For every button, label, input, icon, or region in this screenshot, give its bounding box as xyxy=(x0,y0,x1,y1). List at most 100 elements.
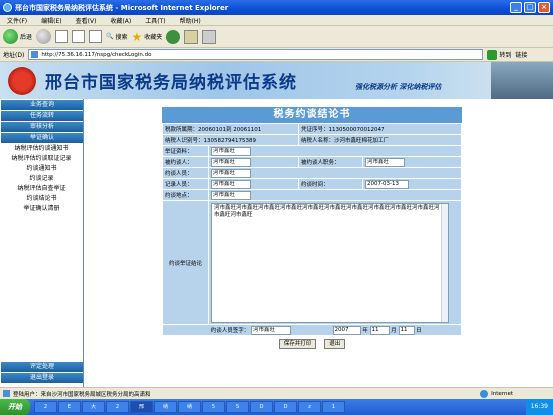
cert-value: 1130500070012047 xyxy=(328,127,385,133)
windows-taskbar: 开始 2 E 大 2 邢 纳 纳 5 S D D z 1 16:39 xyxy=(0,399,553,415)
sidebar-link-self-check[interactable]: 纳税评估自查举证 xyxy=(0,184,83,194)
home-button[interactable] xyxy=(89,30,103,43)
exit-button[interactable]: 退出 xyxy=(324,339,346,349)
back-button[interactable]: 后退 xyxy=(3,29,32,44)
go-button[interactable]: 转到 xyxy=(487,49,512,60)
history-icon[interactable] xyxy=(166,29,181,44)
stop-button[interactable] xyxy=(55,30,69,43)
menu-edit[interactable]: 编辑(E) xyxy=(34,16,68,25)
interviewee-input[interactable]: 河市鑫旺 xyxy=(211,157,251,167)
task-button[interactable]: z xyxy=(298,401,321,413)
task-button[interactable]: 2 xyxy=(106,401,129,413)
menu-file[interactable]: 文件(F) xyxy=(0,16,34,25)
period-cell: 税款所属期：20060101到 20061101 xyxy=(162,123,299,135)
sign-row: 约谈人员签字： 河市鑫旺 2007 年 11 月 11 日 xyxy=(162,324,462,336)
task-button[interactable]: 纳 xyxy=(178,401,201,413)
sidebar-item-evidence[interactable]: 举证确认 xyxy=(1,133,83,143)
close-button[interactable]: × xyxy=(538,2,550,13)
minimize-button[interactable]: _ xyxy=(510,2,522,13)
year-unit: 年 xyxy=(362,327,368,334)
evidence-label: 举证资料： xyxy=(165,149,193,155)
go-label: 转到 xyxy=(499,52,512,59)
print-icon[interactable] xyxy=(202,29,217,44)
main-content: 税务约谈结论书 税款所属期：20060101到 20061101 凭证序号：11… xyxy=(84,99,553,387)
address-url: http://75.36.16.117/nspg/checkLogin.do xyxy=(41,51,152,58)
interviewer-label-cell: 约谈人员： xyxy=(162,167,209,179)
form-table: 税款所属期：20060101到 20061101 凭证序号：1130500070… xyxy=(162,123,462,336)
status-text: 登陆用户：来自沙河市国家税务局城区税务分局的高潇和 xyxy=(13,391,151,398)
sidebar-link-evidence-record[interactable]: 纳税评估约谈取证记录 xyxy=(0,154,83,164)
task-button[interactable]: 5 xyxy=(202,401,225,413)
window-titlebar[interactable]: 邢台市国家税务局纳税评估系统 - Microsoft Internet Expl… xyxy=(0,0,553,15)
search-button[interactable]: 🔍 搜索 xyxy=(106,32,128,41)
menu-tools[interactable]: 工具(T) xyxy=(138,16,172,25)
zone-label: Internet xyxy=(491,390,513,397)
save-print-button[interactable]: 保存并打印 xyxy=(278,339,317,349)
conclusion-value-cell: 河市鑫旺河市鑫旺河市鑫旺河市鑫旺河市鑫旺河市鑫旺河市鑫旺河市鑫旺河市鑫旺河市鑫旺… xyxy=(208,200,462,325)
interviewer-input[interactable]: 河市鑫旺 xyxy=(211,168,251,178)
textarea-scrollbar[interactable] xyxy=(441,203,448,322)
sidebar-item-audit[interactable]: 审核分析 xyxy=(1,122,83,132)
site-banner: 邢台市国家税务局纳税评估系统 强化税源分析 深化纳税评估 xyxy=(0,62,553,99)
sidebar-item-query[interactable]: 业务查询 xyxy=(1,100,83,110)
address-label: 地址(D) xyxy=(3,52,25,59)
month-unit: 月 xyxy=(391,327,397,334)
sidebar-link-confirm-list[interactable]: 举证确认清册 xyxy=(0,204,83,214)
sidebar-item-assess[interactable]: 评定处理 xyxy=(1,362,83,372)
task-button[interactable]: 2 xyxy=(34,401,57,413)
web-page: 邢台市国家税务局纳税评估系统 强化税源分析 深化纳税评估 业务查询 任务流转 审… xyxy=(0,62,553,387)
task-button[interactable]: E xyxy=(58,401,81,413)
sidebar-item-tasks[interactable]: 任务流转 xyxy=(1,111,83,121)
sidebar-link-notice[interactable]: 纳税评估约谈通知书 xyxy=(0,144,83,154)
sidebar-link-interview-record[interactable]: 约谈记录 xyxy=(0,174,83,184)
evidence-value-cell: 河市鑫旺 xyxy=(208,145,462,157)
evidence-label-cell: 举证资料： xyxy=(162,145,209,157)
task-button[interactable]: S xyxy=(226,401,249,413)
menu-help[interactable]: 帮助(H) xyxy=(173,16,208,25)
address-input[interactable]: http://75.36.16.117/nspg/checkLogin.do xyxy=(28,49,484,60)
place-input[interactable]: 河市鑫旺 xyxy=(211,190,251,200)
time-value-cell: 2007-03-13 xyxy=(362,178,462,190)
links-label[interactable]: 链接 xyxy=(515,50,527,59)
sidebar-link-interview-notice[interactable]: 约谈通知书 xyxy=(0,164,83,174)
recorder-input[interactable]: 河市鑫旺 xyxy=(211,179,251,189)
task-button[interactable]: 邢 xyxy=(130,401,153,413)
year-input[interactable]: 2007 xyxy=(332,325,361,335)
month-input[interactable]: 11 xyxy=(369,325,390,335)
cert-label: 凭证序号： xyxy=(301,127,329,133)
task-button[interactable]: D xyxy=(250,401,273,413)
day-input[interactable]: 11 xyxy=(398,325,415,335)
sidebar-link-conclusion[interactable]: 约谈结论书 xyxy=(0,194,83,204)
task-button[interactable]: 纳 xyxy=(154,401,177,413)
menu-favorites[interactable]: 收藏(A) xyxy=(103,16,138,25)
sign-input[interactable]: 河市鑫旺 xyxy=(251,325,292,335)
recorder-value-cell: 河市鑫旺 xyxy=(208,178,299,190)
taxid-value: 130582794175389 xyxy=(203,138,257,144)
day-unit: 日 xyxy=(416,327,422,334)
favorites-label: 收藏夹 xyxy=(144,34,163,41)
place-label: 约谈地点： xyxy=(165,193,193,199)
duty-value-cell: 河市鑫旺 xyxy=(362,156,462,168)
time-label-cell: 约谈时间： xyxy=(298,178,363,190)
start-button[interactable]: 开始 xyxy=(0,399,30,415)
time-input[interactable]: 2007-03-13 xyxy=(365,179,409,189)
address-bar: 地址(D) http://75.36.16.117/nspg/checkLogi… xyxy=(0,48,553,62)
mail-icon[interactable] xyxy=(184,29,199,44)
taxid-cell: 纳税人识别号：130582794175389 xyxy=(162,134,299,146)
conclusion-form: 税务约谈结论书 税款所属期：20060101到 20061101 凭证序号：11… xyxy=(162,107,462,392)
duty-input[interactable]: 河市鑫旺 xyxy=(365,157,405,167)
favorites-button[interactable]: ★ 收藏夹 xyxy=(132,30,163,44)
conclusion-label-cell: 约谈举证结论 xyxy=(162,200,209,325)
sidebar-item-logout[interactable]: 退出登录 xyxy=(1,373,83,383)
refresh-button[interactable] xyxy=(72,30,86,43)
form-buttons: 保存并打印 退出 xyxy=(162,336,462,352)
conclusion-textarea[interactable]: 河市鑫旺河市鑫旺河市鑫旺河市鑫旺河市鑫旺河市鑫旺河市鑫旺河市鑫旺河市鑫旺河市鑫旺… xyxy=(211,202,449,323)
evidence-input[interactable]: 河市鑫旺 xyxy=(211,146,251,156)
search-icon: 🔍 xyxy=(106,33,114,40)
maximize-button[interactable]: □ xyxy=(524,2,536,13)
task-button[interactable]: 大 xyxy=(82,401,105,413)
forward-button[interactable] xyxy=(36,29,52,44)
task-button[interactable]: D xyxy=(274,401,297,413)
menu-view[interactable]: 查看(V) xyxy=(69,16,104,25)
task-button[interactable]: 1 xyxy=(322,401,345,413)
